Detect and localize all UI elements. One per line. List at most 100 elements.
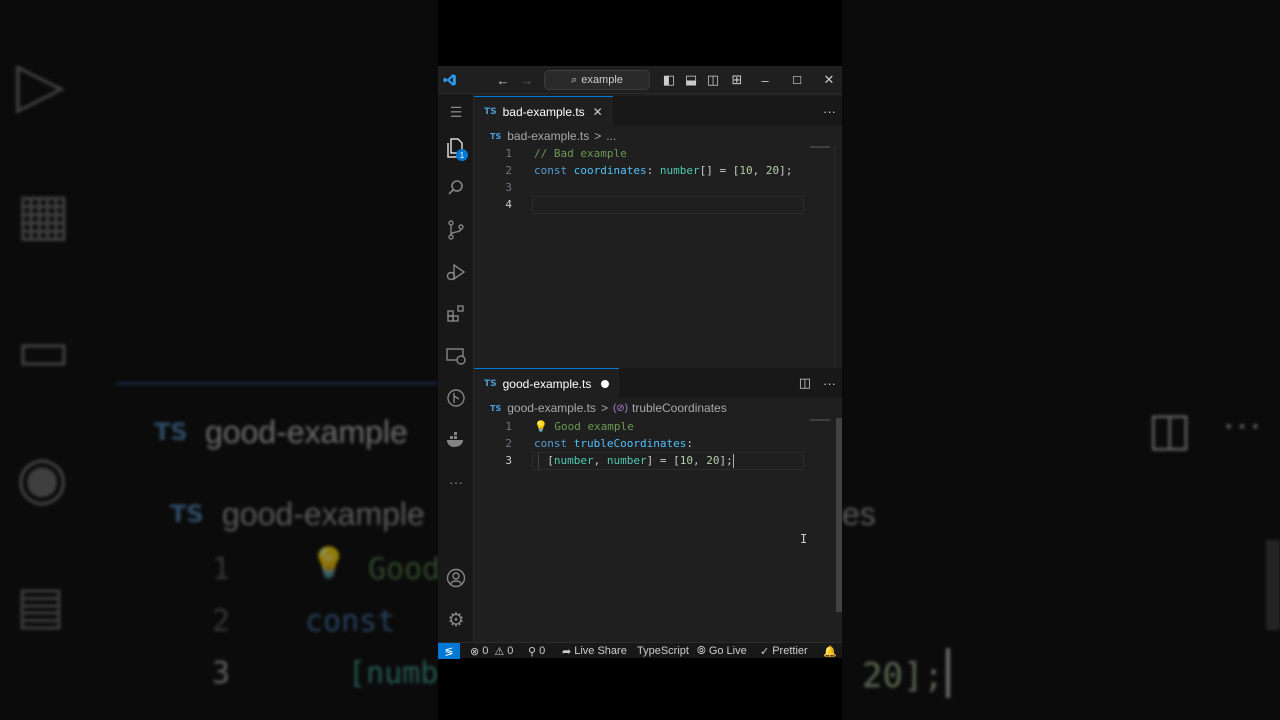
git-graph-icon[interactable] — [438, 382, 474, 414]
back-arrow-icon[interactable]: ← — [494, 66, 512, 94]
language-mode-button[interactable]: TypeScript — [637, 643, 689, 659]
code-line[interactable]: 3 — [474, 179, 804, 196]
command-center-search[interactable]: ⌕ example — [544, 70, 650, 90]
split-editor-icon[interactable]: ◫ — [799, 375, 811, 391]
vscode-window: ← → ⌕ example ◧ ⬓ ◫ ⊞ – ☐ ✕ ☰ 1 ··· ⚙ TS… — [438, 0, 842, 720]
typescript-file-icon: TS — [484, 378, 497, 389]
background-tab-text: good-example — [205, 414, 408, 450]
accounts-icon[interactable] — [438, 562, 474, 594]
background-split-icon: ◫ — [1148, 403, 1192, 455]
prettier-label: Prettier — [772, 645, 808, 657]
ports-indicator[interactable]: ⚲ 0 — [528, 643, 545, 659]
breadcrumb-file[interactable]: good-example.ts — [507, 401, 596, 415]
explorer-icon[interactable]: 1 — [438, 132, 474, 164]
warning-count: 0 — [507, 645, 514, 657]
breadcrumb-ts-icon: TS — [490, 403, 502, 413]
top-code-editor[interactable]: 1 // Bad example 2 const coordinates: numbe… — [474, 145, 804, 214]
background-ts-tag: TS — [154, 418, 188, 446]
toggle-panel-icon[interactable]: ⬓ — [682, 66, 700, 94]
background-left-panel: ▷ ▦ ▭ ◉ ▤ TS good-example TS good-exampl… — [0, 0, 438, 720]
language-label: TypeScript — [637, 645, 689, 657]
top-scrollbar[interactable] — [834, 146, 842, 368]
code-token: ]; — [719, 454, 733, 467]
top-minimap — [810, 146, 830, 148]
notifications-button[interactable]: 🔔 — [823, 643, 837, 659]
breadcrumb-separator: > — [594, 129, 602, 143]
code-token: [] = [ — [699, 164, 740, 177]
tab-bad-example[interactable]: TS bad-example.ts ✕ — [474, 96, 613, 126]
breadcrumb-more[interactable]: ... — [606, 129, 616, 143]
background-crumb-text: good-example — [222, 496, 425, 532]
toggle-secondary-sidebar-icon[interactable]: ◫ — [704, 66, 722, 94]
live-share-label: Live Share — [574, 645, 627, 657]
toggle-primary-sidebar-icon[interactable]: ◧ — [660, 66, 678, 94]
warning-icon: ⚠ — [494, 645, 505, 658]
breadcrumb-symbol[interactable]: trubleCoordinates — [632, 401, 727, 415]
customize-layout-icon[interactable]: ⊞ — [728, 66, 746, 94]
code-token: , — [593, 454, 607, 467]
docker-icon[interactable] — [438, 424, 474, 456]
bottom-breadcrumb: TS good-example.ts > (⊘) trubleCoordinat… — [490, 399, 727, 417]
code-text: // Bad example — [534, 145, 627, 162]
code-token: const — [534, 437, 574, 450]
background-active-tab-line — [116, 382, 438, 385]
activity-bar: ☰ 1 ··· ⚙ — [438, 94, 474, 642]
variable-symbol-icon: (⊘) — [612, 402, 628, 414]
top-editor-tab-bar: TS bad-example.ts ✕ ··· — [474, 96, 842, 126]
background-line-number-3: 3 — [212, 656, 231, 691]
minimize-icon[interactable]: – — [756, 66, 774, 94]
code-token: : — [646, 164, 660, 177]
maximize-icon[interactable]: ☐ — [788, 66, 806, 94]
problems-indicator[interactable]: ⊗ 0 ⚠ 0 — [470, 643, 513, 659]
indent-guide — [538, 452, 539, 469]
close-tab-icon[interactable]: ✕ — [593, 105, 603, 119]
search-view-icon[interactable] — [438, 172, 474, 204]
code-line[interactable]: 3 [number, number] = [10, 20]; — [474, 452, 804, 470]
git-graph-icon: ◉ — [16, 444, 69, 511]
code-text: [number, number] = [10, 20]; — [534, 452, 734, 469]
tab-label: good-example.ts — [502, 376, 592, 391]
background-line-3-text: [numb — [348, 656, 438, 691]
code-line[interactable]: 1 // Bad example — [474, 145, 804, 162]
menu-icon[interactable]: ☰ — [438, 96, 474, 128]
live-share-button[interactable]: ➦ Live Share — [562, 643, 627, 659]
manage-gear-icon[interactable]: ⚙ — [438, 604, 474, 636]
prettier-button[interactable]: ✓ Prettier — [760, 643, 808, 659]
code-token: Good example — [547, 420, 634, 433]
lightbulb-icon[interactable]: 💡 — [534, 420, 548, 433]
extensions-icon[interactable] — [438, 298, 474, 330]
line-number: 3 — [505, 181, 512, 194]
more-actions-icon[interactable]: ··· — [823, 376, 836, 391]
remote-explorer-icon[interactable] — [438, 340, 474, 372]
close-icon[interactable]: ✕ — [820, 66, 838, 94]
code-token: number — [606, 454, 647, 467]
bottom-code-editor[interactable]: 1 💡 Good example 2 const trubleCoordinates:… — [474, 418, 804, 470]
more-actions-icon[interactable]: ··· — [823, 104, 836, 119]
mouse-cursor-ibeam: I — [800, 532, 808, 546]
background-line-3-right: 20]; — [862, 656, 944, 696]
bottom-editor-tab-bar: TS good-example.ts ◫ ··· — [474, 368, 842, 398]
explorer-badge: 1 — [456, 149, 468, 161]
code-line[interactable]: 2 const coordinates: number[] = [10, 20]; — [474, 162, 804, 179]
tab-good-example[interactable]: TS good-example.ts — [474, 368, 620, 398]
code-line[interactable]: 4 — [474, 196, 804, 214]
code-line[interactable]: 2 const trubleCoordinates: — [474, 435, 804, 452]
code-token: number — [659, 164, 700, 177]
source-control-icon[interactable] — [438, 214, 474, 246]
code-token: number — [553, 454, 594, 467]
unsaved-dot-icon[interactable] — [601, 379, 610, 388]
code-line[interactable]: 1 💡 Good example — [474, 418, 804, 435]
more-views-icon[interactable]: ··· — [438, 466, 474, 498]
bottom-editor-actions: ◫ ··· — [799, 368, 836, 398]
background-right-panel: ◫ ··· es 20]; — [842, 0, 1280, 720]
breadcrumb-file[interactable]: bad-example.ts — [507, 129, 589, 143]
typescript-file-icon: TS — [484, 106, 497, 117]
go-live-button[interactable]: ⦾ Go Live — [697, 643, 747, 659]
remote-indicator-icon[interactable]: ≶ — [438, 643, 460, 659]
run-debug-icon: ▷ — [16, 48, 66, 120]
bottom-scrollbar[interactable] — [836, 418, 842, 612]
ports-count: 0 — [539, 645, 546, 657]
code-text: const coordinates: number[] = [10, 20]; — [534, 162, 792, 179]
run-debug-icon[interactable] — [438, 256, 474, 288]
forward-arrow-icon[interactable]: → — [518, 66, 536, 94]
